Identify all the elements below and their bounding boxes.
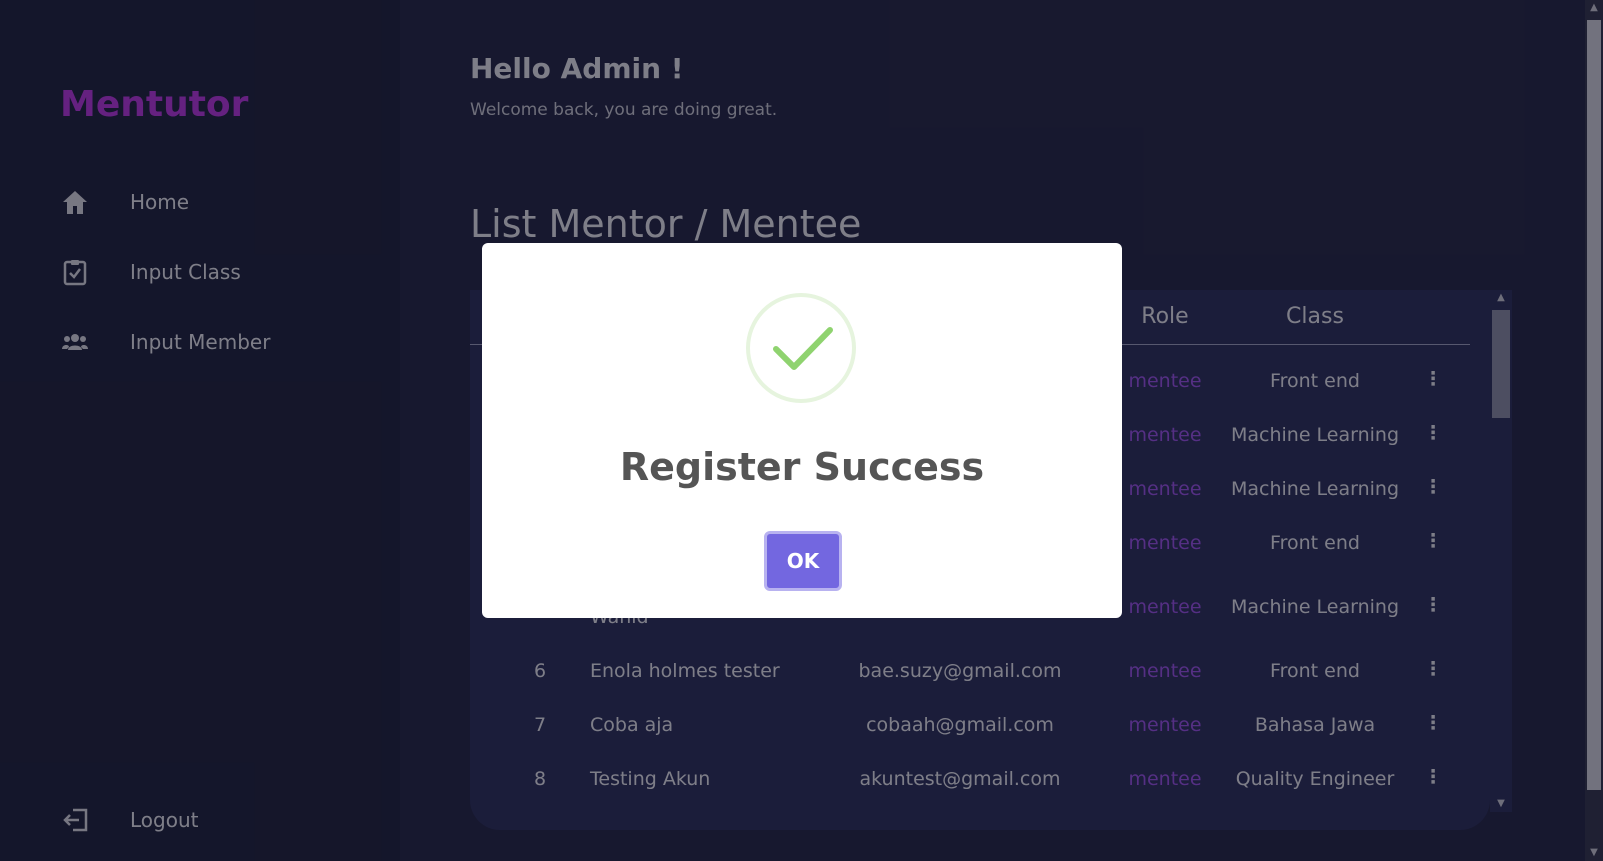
ok-button[interactable]: OK (764, 531, 842, 591)
dialog-title: Register Success (619, 445, 985, 489)
success-dialog: Register Success OK (482, 243, 1122, 618)
success-check-icon (746, 293, 856, 403)
